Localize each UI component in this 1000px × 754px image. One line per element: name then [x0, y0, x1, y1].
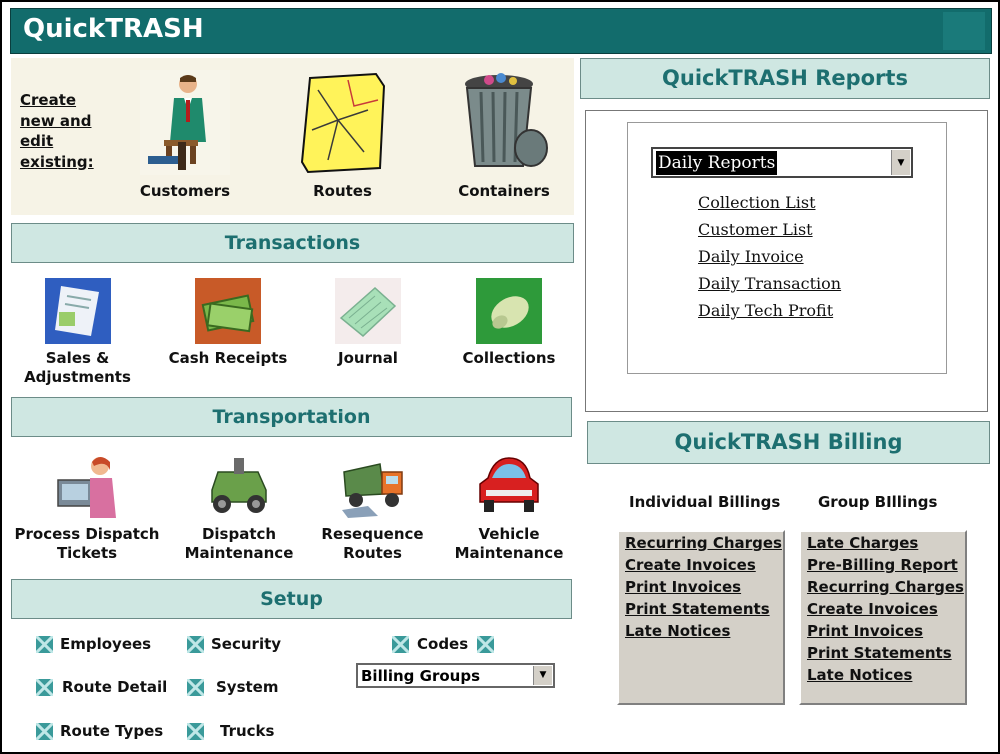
cash-receipts-button[interactable]: Cash Receipts	[165, 278, 291, 368]
reports-header: QuickTRASH Reports	[580, 58, 990, 99]
vehicle-maintenance-button[interactable]: Vehicle Maintenance	[452, 450, 566, 563]
group-print-statements[interactable]: Print Statements	[807, 644, 952, 662]
dispatch-maintenance-button[interactable]: Dispatch Maintenance	[180, 450, 298, 563]
title-corner-decoration	[943, 12, 985, 50]
employees-checkbox-icon[interactable]	[36, 636, 53, 653]
setup-security[interactable]: Security	[211, 635, 281, 653]
red-car-icon	[479, 457, 539, 512]
codes-checkbox-icon[interactable]	[392, 636, 409, 653]
routes-label: Routes	[313, 182, 372, 200]
report-link-daily-invoice[interactable]: Daily Invoice	[698, 247, 804, 266]
create-label-line: new and	[20, 111, 92, 130]
cash-receipts-label: Cash Receipts	[168, 349, 288, 367]
individual-recurring-charges[interactable]: Recurring Charges	[625, 534, 782, 552]
dispatch-maintenance-label-2: Maintenance	[184, 544, 294, 562]
journal-button[interactable]: Journal	[316, 278, 420, 368]
containers-button[interactable]: Containers	[450, 70, 558, 201]
setup-codes[interactable]: Codes	[417, 635, 468, 653]
setup-header: Setup	[11, 579, 572, 619]
group-billings-panel: Late Charges Pre-Billing Report Recurrin…	[799, 530, 967, 705]
routes-button[interactable]: Routes	[290, 70, 395, 201]
resequence-routes-label-2: Routes	[343, 544, 402, 562]
report-link-daily-tech-profit[interactable]: Daily Tech Profit	[698, 301, 833, 320]
transactions-header: Transactions	[11, 223, 574, 263]
collections-label: Collections	[462, 349, 556, 367]
group-late-notices[interactable]: Late Notices	[807, 666, 912, 684]
individual-print-invoices[interactable]: Print Invoices	[625, 578, 741, 596]
setup-route-types[interactable]: Route Types	[60, 722, 163, 740]
group-late-charges[interactable]: Late Charges	[807, 534, 918, 552]
customers-label: Customers	[139, 182, 231, 200]
create-edit-label: Create new and edit existing:	[20, 90, 94, 172]
system-checkbox-icon[interactable]	[187, 679, 204, 696]
journal-paper-icon	[335, 278, 401, 344]
group-create-invoices[interactable]: Create Invoices	[807, 600, 938, 618]
money-roll-icon	[476, 278, 542, 344]
customers-button[interactable]: Customers	[130, 70, 240, 201]
setup-route-detail[interactable]: Route Detail	[62, 678, 167, 696]
process-dispatch-label-2: Tickets	[56, 544, 118, 562]
dump-truck-icon	[341, 463, 403, 518]
route-detail-checkbox-icon[interactable]	[36, 679, 53, 696]
codes-checkbox-icon-right[interactable]	[477, 636, 494, 653]
individual-print-statements[interactable]: Print Statements	[625, 600, 770, 618]
setup-system[interactable]: System	[216, 678, 278, 696]
chevron-down-icon[interactable]: ▼	[891, 150, 910, 175]
individual-create-invoices[interactable]: Create Invoices	[625, 556, 756, 574]
report-link-customer-list[interactable]: Customer List	[698, 220, 813, 239]
vehicle-maintenance-label-1: Vehicle	[478, 525, 540, 543]
group-recurring-charges[interactable]: Recurring Charges	[807, 578, 964, 596]
containers-label: Containers	[458, 182, 550, 200]
process-dispatch-tickets-button[interactable]: Process Dispatch Tickets	[13, 450, 161, 563]
setup-employees[interactable]: Employees	[60, 635, 151, 653]
app-title: QuickTRASH	[23, 14, 204, 44]
setup-trucks[interactable]: Trucks	[220, 722, 274, 740]
trash-can-icon	[465, 73, 548, 167]
security-checkbox-icon[interactable]	[187, 636, 204, 653]
sales-adjustments-label-1: Sales &	[45, 349, 110, 367]
create-label-line: existing:	[20, 152, 94, 171]
collections-button[interactable]: Collections	[455, 278, 563, 368]
reports-dropdown-value: Daily Reports	[656, 151, 778, 175]
create-label-line: edit	[20, 132, 54, 150]
reports-dropdown[interactable]: Daily Reports ▼	[651, 147, 913, 178]
create-label-line: Create	[20, 91, 77, 109]
individual-billings-panel: Recurring Charges Create Invoices Print …	[617, 530, 785, 705]
tractor-icon	[211, 458, 267, 513]
billing-header: QuickTRASH Billing	[587, 421, 990, 464]
individual-late-notices[interactable]: Late Notices	[625, 622, 730, 640]
process-dispatch-label-1: Process Dispatch	[14, 525, 160, 543]
resequence-routes-button[interactable]: Resequence Routes	[315, 450, 430, 563]
group-print-invoices[interactable]: Print Invoices	[807, 622, 923, 640]
group-pre-billing-report[interactable]: Pre-Billing Report	[807, 556, 958, 574]
journal-label: Journal	[338, 349, 398, 367]
group-billings-heading: Group BIllings	[818, 493, 938, 511]
sales-document-icon	[44, 278, 111, 344]
sales-adjustments-label-2: Adjustments	[24, 368, 131, 386]
vehicle-maintenance-label-2: Maintenance	[454, 544, 564, 562]
customer-icon	[140, 70, 230, 175]
individual-billings-heading: Individual Billings	[629, 493, 781, 511]
dispatch-maintenance-label-1: Dispatch	[201, 525, 277, 543]
billing-groups-dropdown[interactable]: Billing Groups ▼	[356, 663, 555, 688]
route-types-checkbox-icon[interactable]	[36, 723, 53, 740]
dispatcher-icon	[57, 457, 116, 518]
cash-icon	[195, 278, 261, 344]
trucks-checkbox-icon[interactable]	[187, 723, 204, 740]
billing-groups-dropdown-value: Billing Groups	[361, 667, 480, 685]
title-bar: QuickTRASH	[10, 8, 992, 54]
sales-adjustments-button[interactable]: Sales & Adjustments	[15, 278, 140, 387]
report-link-daily-transaction[interactable]: Daily Transaction	[698, 274, 841, 293]
report-link-collection-list[interactable]: Collection List	[698, 193, 816, 212]
map-icon	[300, 72, 385, 174]
chevron-down-icon[interactable]: ▼	[533, 666, 552, 685]
transportation-header: Transportation	[11, 397, 572, 437]
resequence-routes-label-1: Resequence	[321, 525, 424, 543]
